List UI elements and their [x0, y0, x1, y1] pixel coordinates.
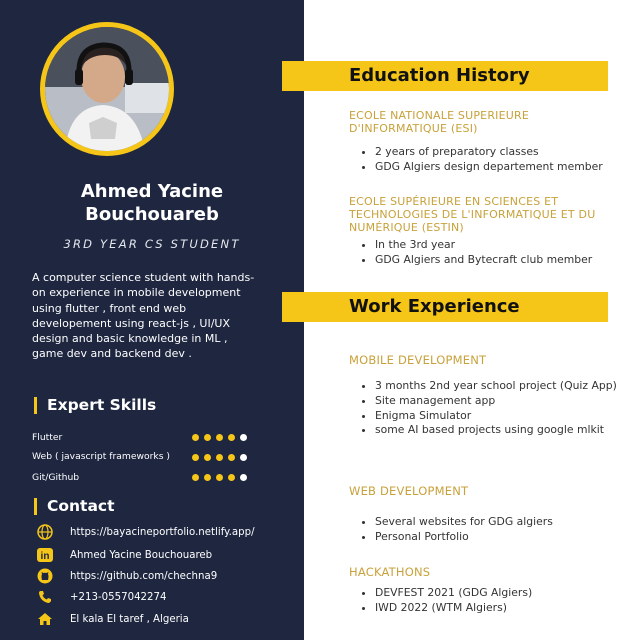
list-item: IWD 2022 (WTM Algiers): [375, 601, 620, 616]
education-heading: Education History: [349, 65, 530, 86]
skills-heading: Expert Skills: [34, 397, 156, 414]
contact-website[interactable]: https://bayacineportfolio.netlify.app/: [34, 524, 255, 540]
skill-rating: [192, 474, 247, 481]
rating-dot: [204, 434, 211, 441]
contact-address: El kala El taref , Algeria: [34, 611, 189, 627]
school-name: ECOLE NATIONALE SUPERIEURE D'INFORMATIQU…: [349, 109, 530, 135]
work-bullets: DEVFEST 2021 (GDG Algiers) IWD 2022 (WTM…: [359, 586, 620, 616]
list-item: In the 3rd year: [375, 238, 620, 253]
list-item: Several websites for GDG algiers: [375, 515, 620, 530]
role-title: 3RD YEAR CS STUDENT: [63, 237, 241, 251]
list-item: Enigma Simulator: [375, 409, 620, 424]
rating-dot: [204, 474, 211, 481]
contact-github[interactable]: https://github.com/chechna9: [34, 568, 217, 584]
work-bullets: 3 months 2nd year school project (Quiz A…: [359, 379, 620, 438]
list-item: Site management app: [375, 394, 620, 409]
contact-phone[interactable]: +213-0557042274: [34, 589, 166, 605]
full-name: Ahmed Yacine Bouchouareb: [0, 180, 304, 226]
rating-dot: [228, 434, 235, 441]
list-item: DEVFEST 2021 (GDG Algiers): [375, 586, 620, 601]
github-icon: [34, 568, 56, 584]
rating-dot: [204, 454, 211, 461]
work-section-title: WEB DEVELOPMENT: [349, 484, 469, 498]
list-item: GDG Algiers and Bytecraft club member: [375, 253, 620, 268]
rating-dot: [216, 434, 223, 441]
contact-text: https://github.com/chechna9: [70, 570, 218, 582]
list-item: Personal Portfolio: [375, 530, 620, 545]
skill-rating: [192, 434, 247, 441]
school-bullets: 2 years of preparatory classes GDG Algie…: [359, 145, 620, 175]
rating-dot: [192, 474, 199, 481]
name-line-2: Bouchouareb: [85, 204, 219, 225]
list-item: 2 years of preparatory classes: [375, 145, 620, 160]
about-text: A computer science student with hands-on…: [32, 271, 255, 361]
profile-photo: [40, 22, 174, 156]
work-section-title: MOBILE DEVELOPMENT: [349, 353, 487, 367]
contact-linkedin[interactable]: in Ahmed Yacine Bouchouareb: [34, 547, 212, 563]
contact-text: https://bayacineportfolio.netlify.app/: [70, 526, 255, 538]
rating-dot: [228, 454, 235, 461]
rating-dot: [240, 474, 247, 481]
rating-dot: [192, 434, 199, 441]
list-item: 3 months 2nd year school project (Quiz A…: [375, 379, 620, 394]
phone-icon: [34, 589, 56, 605]
list-item: GDG Algiers design departement member: [375, 160, 620, 175]
contact-text: Ahmed Yacine Bouchouareb: [70, 549, 213, 561]
contact-text: El kala El taref , Algeria: [70, 613, 189, 625]
skill-rating: [192, 454, 247, 461]
list-item: some AI based projects using google mlki…: [375, 423, 620, 438]
linkedin-icon: in: [34, 547, 56, 563]
rating-dot: [216, 474, 223, 481]
school-bullets: In the 3rd year GDG Algiers and Bytecraf…: [359, 238, 620, 268]
rating-dot: [228, 474, 235, 481]
work-heading: Work Experience: [349, 296, 520, 317]
skill-label: Git/Github: [32, 472, 80, 483]
skill-label: Flutter: [32, 432, 63, 443]
svg-text:in: in: [41, 551, 50, 562]
skill-label: Web ( javascript frameworks ): [32, 451, 170, 462]
globe-icon: [34, 524, 56, 540]
rating-dot: [192, 454, 199, 461]
school-name: ECOLE SUPÉRIEURE EN SCIENCES ET TECHNOLO…: [349, 195, 596, 234]
contact-heading: Contact: [34, 498, 115, 515]
name-line-1: Ahmed Yacine: [80, 181, 224, 202]
work-section-title: HACKATHONS: [349, 565, 431, 579]
work-bullets: Several websites for GDG algiers Persona…: [359, 515, 620, 545]
rating-dot: [216, 454, 223, 461]
rating-dot: [240, 434, 247, 441]
home-icon: [34, 611, 56, 627]
rating-dot: [240, 454, 247, 461]
contact-text: +213-0557042274: [70, 591, 167, 603]
